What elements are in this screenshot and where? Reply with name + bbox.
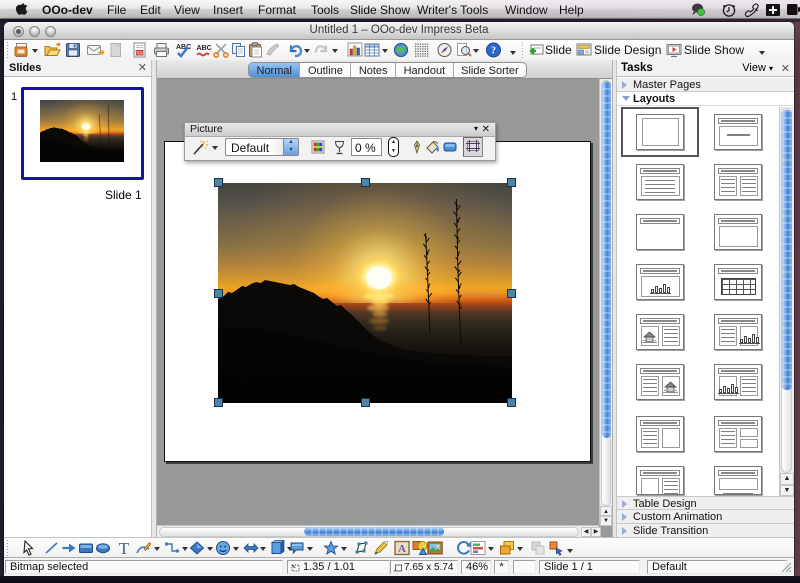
svg-text:PDF: PDF — [135, 50, 144, 55]
svg-text:A: A — [398, 543, 406, 555]
svg-text:?: ? — [491, 46, 496, 57]
svg-text:ABC: ABC — [197, 45, 212, 52]
svg-text:ABC: ABC — [176, 44, 191, 51]
svg-text:T: T — [119, 540, 130, 556]
